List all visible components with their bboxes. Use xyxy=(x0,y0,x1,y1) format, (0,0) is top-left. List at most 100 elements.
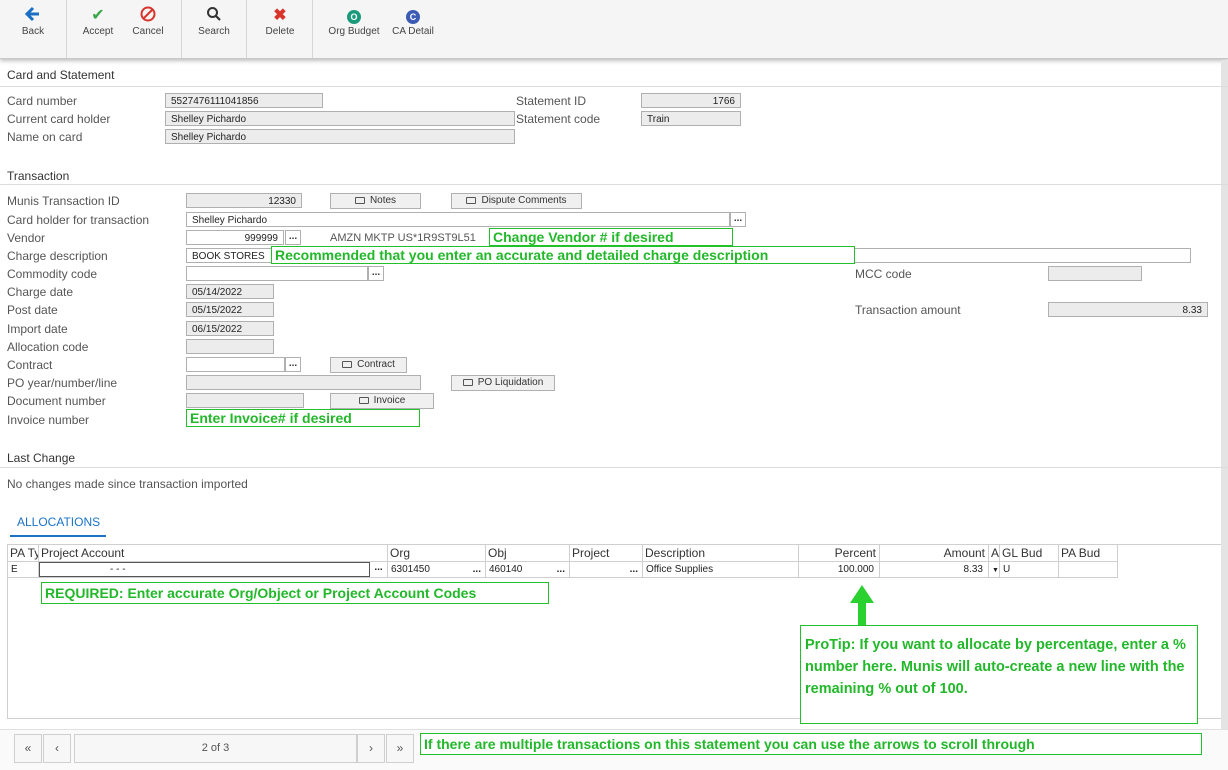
next-page-button[interactable]: › xyxy=(357,734,385,763)
vendor-tip-note: Change Vendor # if desired xyxy=(489,228,733,246)
header-obj[interactable]: Obj xyxy=(486,545,570,561)
header-project-account[interactable]: Project Account xyxy=(39,545,388,561)
double-chevron-left-icon: « xyxy=(24,741,32,755)
txn-amount-field: 8.33 xyxy=(1048,302,1208,317)
header-gl-bud[interactable]: GL Bud xyxy=(1000,545,1059,561)
header-org[interactable]: Org xyxy=(388,545,486,561)
header-project[interactable]: Project xyxy=(570,545,643,561)
po-liquidation-button[interactable]: PO Liquidation xyxy=(451,375,555,391)
munis-id-label: Munis Transaction ID xyxy=(7,194,120,208)
cell-obj[interactable]: 460140... xyxy=(486,562,570,578)
search-label: Search xyxy=(198,26,230,37)
tab-allocations[interactable]: ALLOCATIONS xyxy=(17,515,100,529)
chevron-left-icon: ‹ xyxy=(55,741,59,755)
txn-amount-label: Transaction amount xyxy=(855,303,961,317)
vendor-lookup-button[interactable]: ... xyxy=(285,230,301,245)
header-pa-type[interactable]: PA Ty xyxy=(8,545,39,561)
charge-desc-tip-note: Recommended that you enter an accurate a… xyxy=(271,246,855,264)
mcc-label: MCC code xyxy=(855,267,912,281)
contract-input[interactable] xyxy=(186,357,285,372)
org-lookup-button[interactable]: ... xyxy=(473,562,481,577)
import-date-field: 06/15/2022 xyxy=(186,321,274,336)
munis-id-field: 12330 xyxy=(186,193,302,208)
card-number-field: 5527476111041856 xyxy=(165,93,323,108)
cell-pa-type[interactable]: E xyxy=(8,562,39,578)
cell-project[interactable]: ... xyxy=(570,562,643,578)
cancel-button[interactable]: Cancel xyxy=(122,6,174,37)
org-budget-button[interactable]: O Org Budget xyxy=(324,6,384,37)
invoice-tip-note: Enter Invoice# if desired xyxy=(186,409,420,427)
name-on-card-field: Shelley Pichardo xyxy=(165,129,515,144)
notes-button[interactable]: Notes xyxy=(330,193,421,209)
import-date-label: Import date xyxy=(7,322,68,336)
project-account-lookup-button[interactable]: ... xyxy=(370,562,387,577)
ca-detail-icon: C xyxy=(387,6,439,26)
search-icon xyxy=(188,6,240,26)
current-holder-label: Current card holder xyxy=(7,112,111,126)
cancel-icon xyxy=(122,6,174,26)
org-budget-icon: O xyxy=(324,6,384,26)
statement-id-field: 1766 xyxy=(641,93,741,108)
page-scrollbar[interactable] xyxy=(1221,60,1228,730)
accept-button[interactable]: ✔ Accept xyxy=(72,6,124,37)
cell-project-account[interactable]: - - - ... xyxy=(39,562,388,578)
first-page-button[interactable]: « xyxy=(14,734,42,763)
cell-gl-bud[interactable]: U xyxy=(1000,562,1059,578)
dispute-comments-button[interactable]: Dispute Comments xyxy=(451,193,582,209)
delete-button[interactable]: ✖ Delete xyxy=(254,6,306,37)
invoice-button[interactable]: Invoice xyxy=(330,393,434,409)
cell-org[interactable]: 6301450... xyxy=(388,562,486,578)
cell-a[interactable]: ▼ xyxy=(989,562,1000,578)
delete-x-icon: ✖ xyxy=(273,7,287,24)
project-account-input[interactable]: - - - xyxy=(39,562,370,577)
cell-amount[interactable]: 8.33 xyxy=(880,562,989,578)
txn-holder-input[interactable]: Shelley Pichardo xyxy=(186,212,730,227)
vendor-name: AMZN MKTP US*1R9ST9L51 xyxy=(330,232,476,244)
ca-detail-button[interactable]: C CA Detail xyxy=(387,6,439,37)
search-button[interactable]: Search xyxy=(188,6,240,37)
header-a[interactable]: A xyxy=(989,545,1000,561)
last-change-text: No changes made since transaction import… xyxy=(7,477,248,491)
obj-lookup-button[interactable]: ... xyxy=(557,562,565,577)
contract-label: Contract xyxy=(7,358,53,372)
contract-button[interactable]: Contract xyxy=(330,357,407,373)
checkmark-icon: ✔ xyxy=(91,7,105,24)
card-number-label: Card number xyxy=(7,94,78,108)
header-pa-bud[interactable]: PA Bud xyxy=(1059,545,1118,561)
chevron-right-icon: › xyxy=(369,741,373,755)
transaction-section-title: Transaction xyxy=(7,169,70,183)
folder-icon xyxy=(358,397,369,404)
statement-code-field: Train xyxy=(641,111,741,126)
header-percent[interactable]: Percent xyxy=(799,545,880,561)
project-lookup-button[interactable]: ... xyxy=(630,562,638,577)
commodity-lookup-button[interactable]: ... xyxy=(368,266,384,281)
previous-page-button[interactable]: ‹ xyxy=(43,734,71,763)
card-statement-section-title: Card and Statement xyxy=(7,68,115,82)
po-field xyxy=(186,375,421,390)
back-button[interactable]: Back xyxy=(7,6,59,37)
vendor-input[interactable]: 999999 xyxy=(186,230,284,245)
cell-description[interactable]: Office Supplies xyxy=(643,562,799,578)
header-amount[interactable]: Amount xyxy=(880,545,989,561)
vendor-label: Vendor xyxy=(7,231,46,245)
current-holder-field: Shelley Pichardo xyxy=(165,111,515,126)
last-change-section-title: Last Change xyxy=(7,451,76,465)
document-number-field xyxy=(186,393,304,408)
txn-holder-lookup-button[interactable]: ... xyxy=(730,212,746,227)
protip-note: ProTip: If you want to allocate by perce… xyxy=(800,625,1198,724)
document-number-label: Document number xyxy=(7,394,106,408)
required-note: REQUIRED: Enter accurate Org/Object or P… xyxy=(41,582,549,604)
cell-percent[interactable]: 100.000 xyxy=(799,562,880,578)
statement-id-label: Statement ID xyxy=(516,94,587,108)
cell-pa-bud[interactable] xyxy=(1059,562,1118,578)
contract-lookup-button[interactable]: ... xyxy=(285,357,301,372)
folder-icon xyxy=(342,361,353,368)
header-description[interactable]: Description xyxy=(643,545,799,561)
commodity-input[interactable] xyxy=(186,266,368,281)
back-label: Back xyxy=(21,26,45,37)
charge-desc-label: Charge description xyxy=(7,249,108,263)
po-label: PO year/number/line xyxy=(7,376,118,390)
accept-label: Accept xyxy=(82,26,114,37)
folder-icon xyxy=(462,379,473,386)
last-page-button[interactable]: » xyxy=(386,734,414,763)
